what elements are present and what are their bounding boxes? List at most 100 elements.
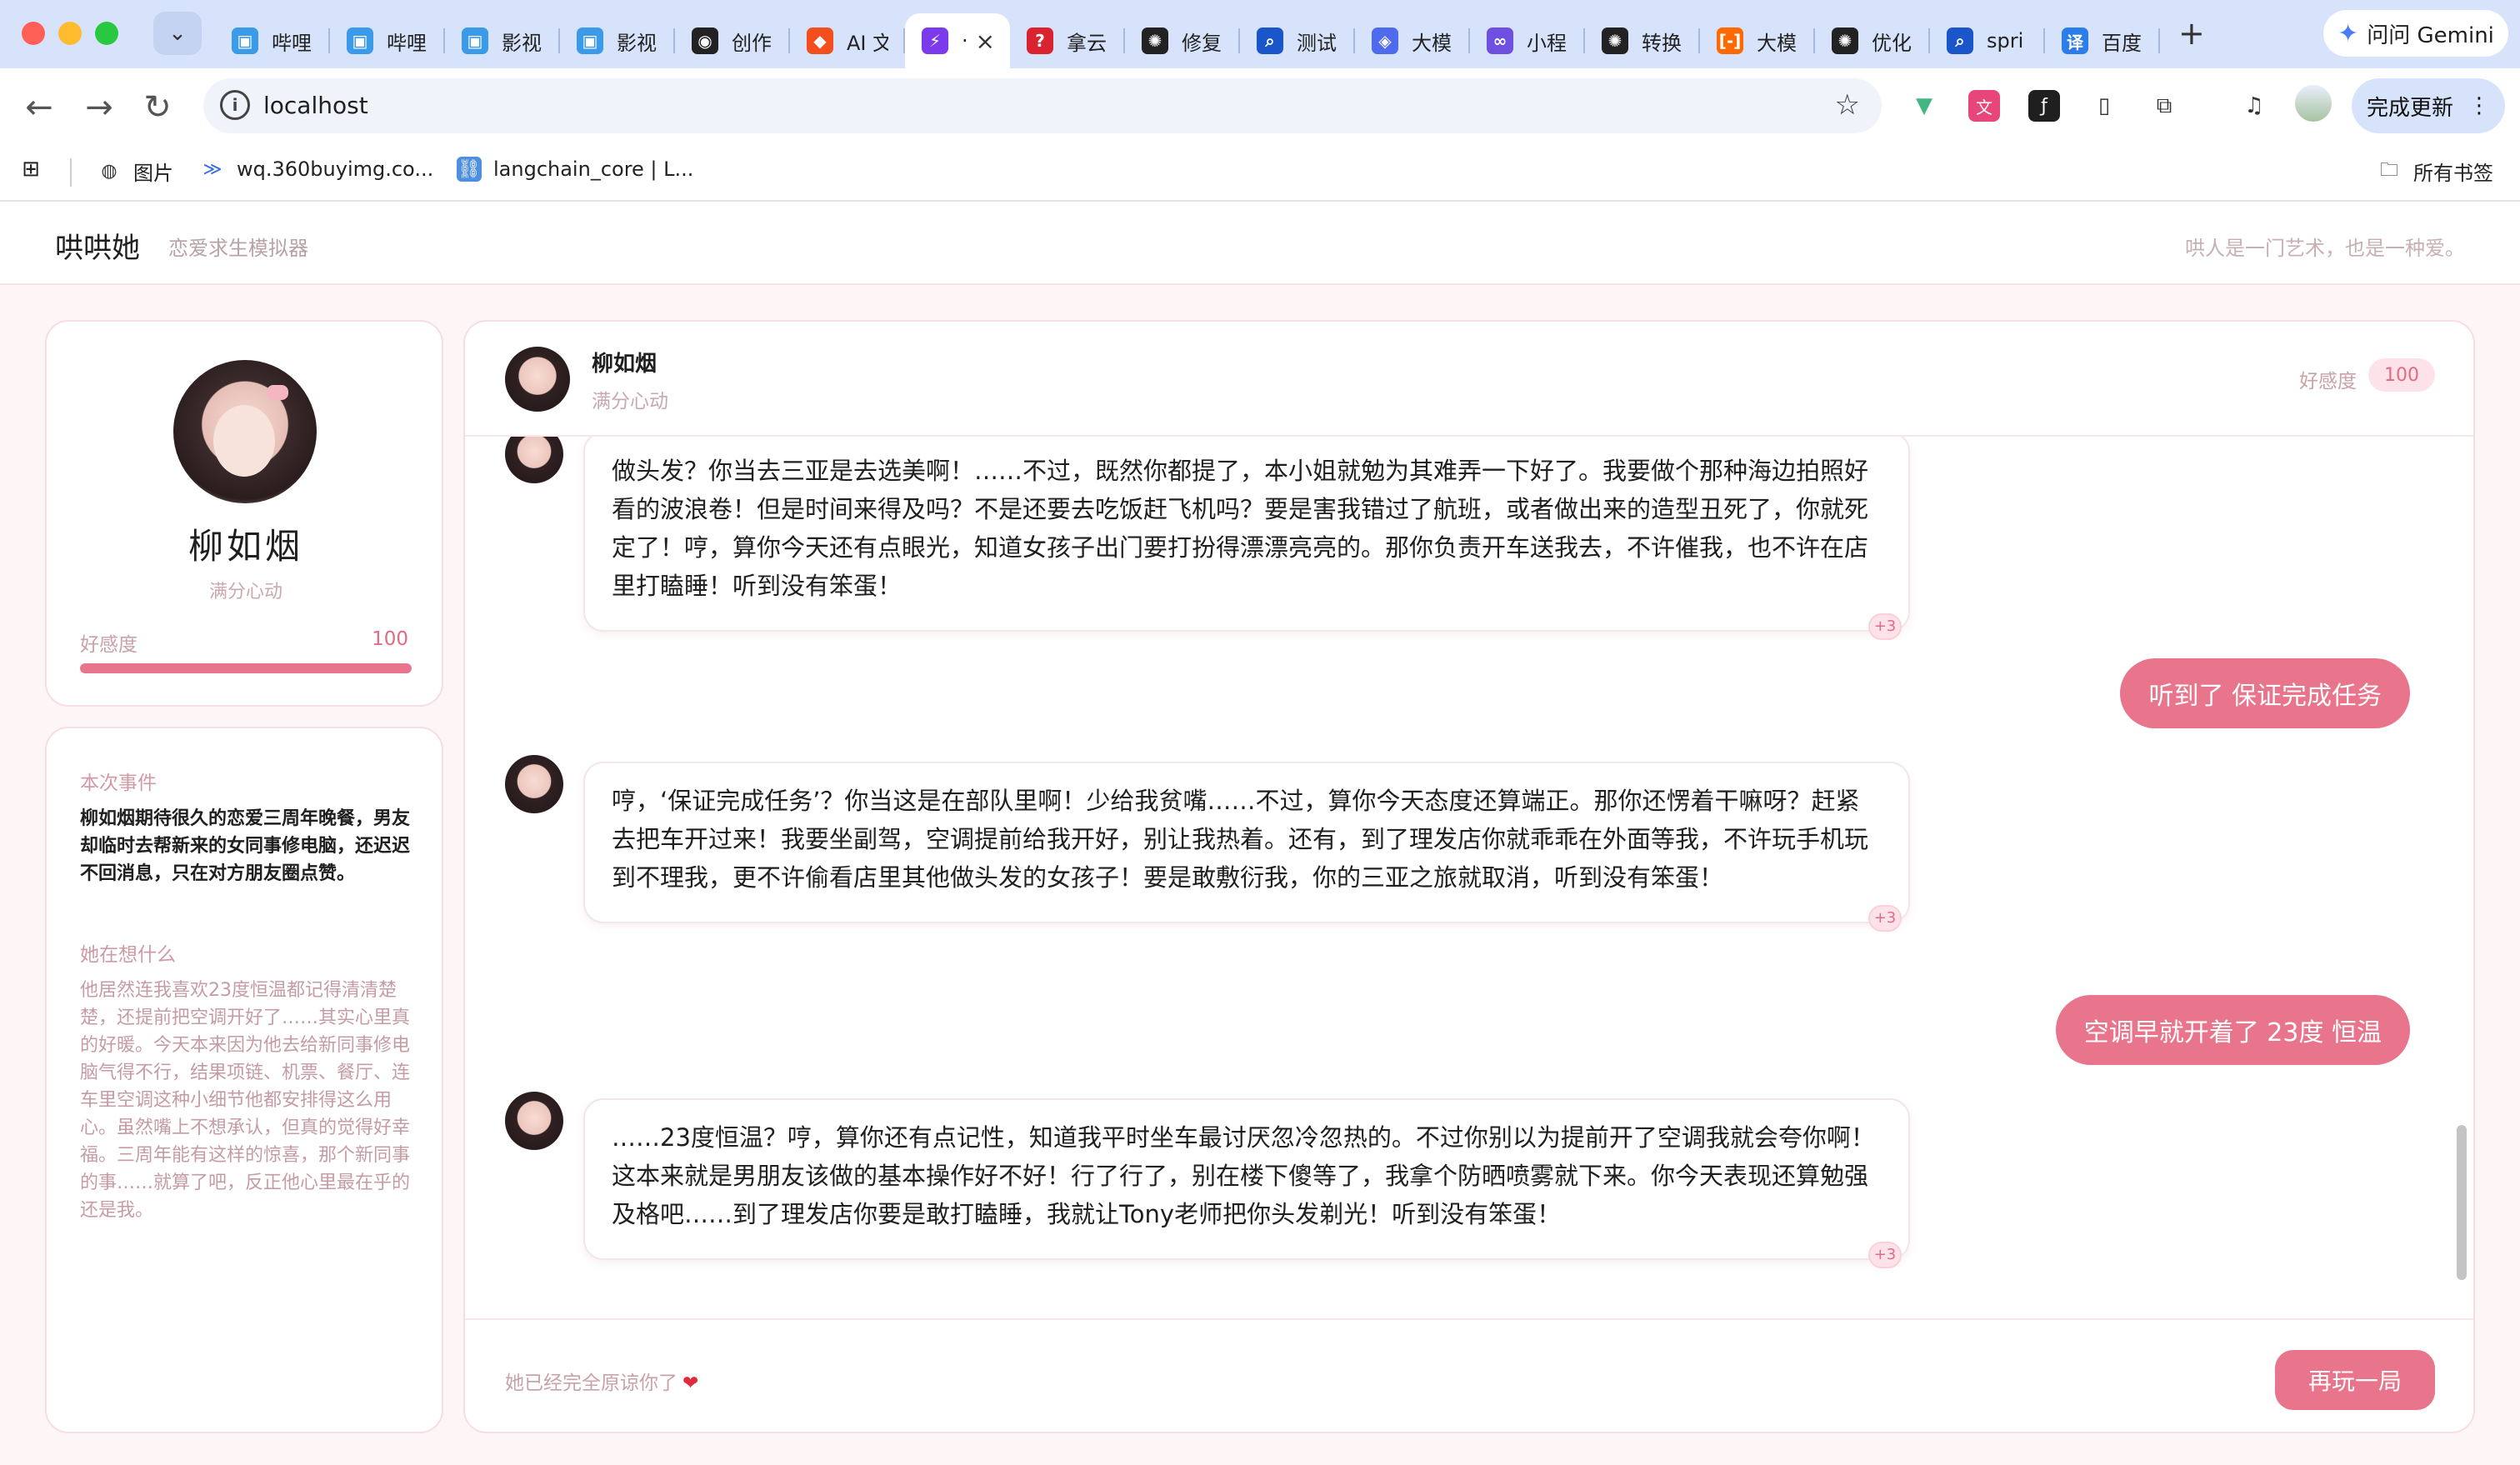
tab-title: 小程 bbox=[1527, 31, 1567, 55]
message-text: 哼，‘保证完成任务’？你当这是在部队里啊！少给我贫嘴……不过，算你今天态度还算端… bbox=[612, 787, 1869, 892]
bookmark-item[interactable]: ⛓ langchain_core | L... bbox=[457, 157, 693, 182]
openai-icon: ✺ bbox=[1142, 28, 1168, 54]
figma-icon: ◆ bbox=[807, 28, 833, 54]
affection-label: 好感度 bbox=[80, 634, 138, 656]
update-button[interactable]: 完成更新 ⋮ bbox=[2352, 78, 2505, 133]
link-icon: ∞ bbox=[1487, 28, 1513, 54]
tab-strip: ⌄ ▣ 哔哩 ▣ 哔哩 ▣ 影视 ▣ 影视 ◉ 创作 ◆ AI 文 ⚡ · ×? 拿云 ✺ 修复 ⌕ 测试 ◈ 大模 ∞ 小程… bbox=[0, 0, 2520, 68]
browser-tab[interactable]: ▣ 哔哩 bbox=[330, 13, 445, 68]
browser-tab[interactable]: [-] 大模 bbox=[1700, 13, 1815, 68]
chat-affection-badge: 100 bbox=[2368, 358, 2435, 392]
message-scrollbar[interactable] bbox=[2457, 1125, 2467, 1280]
forgiven-status-text: 她已经完全原谅你了 bbox=[505, 1372, 678, 1394]
ask-gemini-button[interactable]: ✦ 问问 Gemini bbox=[2323, 10, 2508, 57]
reload-icon: ↻ bbox=[143, 88, 172, 127]
browser-tab[interactable]: ◆ AI 文 bbox=[790, 13, 905, 68]
ai-message-bubble: ……23度恒温？哼，算你还有点记性，知道我平时坐车最讨厌忽冷忽热的。不过你别以为… bbox=[583, 1098, 1910, 1268]
tab-title: 大模 bbox=[1412, 31, 1452, 55]
browser-tab[interactable]: ∞ 小程 bbox=[1470, 13, 1585, 68]
chat-header-status: 满分心动 bbox=[592, 391, 668, 412]
bracket-icon: [-] bbox=[1717, 28, 1743, 54]
chat-footer: 她已经完全原谅你了 ❤ 再玩一局 bbox=[465, 1318, 2473, 1432]
tab-title: 优化 bbox=[1872, 31, 1912, 55]
browser-tab[interactable]: ▣ 影视 bbox=[560, 13, 675, 68]
browser-tab[interactable]: ⌕ 测试 bbox=[1240, 13, 1355, 68]
message-list[interactable]: 做头发？你当去三亚是去选美啊！……不过，既然你都提了，本小姐就勉为其难弄一下好了… bbox=[465, 437, 2473, 1318]
browser-toolbar: ← → ↻ i localhost ☆ ▼ 文 ƒ ▯ ⧉ ♫ 完成更新 ⋮ bbox=[0, 68, 2520, 143]
affection-delta-badge: +3 bbox=[1868, 905, 1902, 932]
bookmark-label: langchain_core | L... bbox=[493, 158, 694, 181]
browser-tab[interactable]: ⚡ · × bbox=[905, 13, 1010, 68]
message-text: 做头发？你当去三亚是去选美啊！……不过，既然你都提了，本小姐就勉为其难弄一下好了… bbox=[612, 457, 1869, 600]
bookmark-item[interactable]: ≫ wq.360buyimg.co... bbox=[200, 157, 433, 182]
chevron-icon: ≫ bbox=[202, 158, 222, 180]
scenario-info-card: 本次事件 柳如烟期待很久的恋爱三周年晚餐，男友却临时去帮新来的女同事修电脑，还迟… bbox=[45, 727, 443, 1433]
bilibili-icon: ▣ bbox=[462, 28, 488, 54]
address-bar[interactable]: i localhost ☆ bbox=[203, 78, 1882, 133]
forgiven-status: 她已经完全原谅你了 ❤ bbox=[505, 1367, 698, 1395]
heart-icon: ❤ bbox=[682, 1372, 699, 1394]
folder-icon: 🗀 bbox=[2379, 159, 2398, 181]
tab-title: 影视 bbox=[617, 31, 657, 55]
extensions-puzzle-icon[interactable]: ⧉ bbox=[2148, 90, 2180, 122]
update-label: 完成更新 bbox=[2366, 95, 2453, 121]
ask-gemini-label: 问问 Gemini bbox=[2367, 22, 2494, 48]
message-text: ……23度恒温？哼，算你还有点记性，知道我平时坐车最讨厌忽冷忽热的。不过你别以为… bbox=[612, 1123, 1875, 1228]
event-title: 本次事件 bbox=[80, 772, 157, 794]
browser-tab[interactable]: ✺ 优化 bbox=[1815, 13, 1930, 68]
search-icon: ⌕ bbox=[1257, 28, 1283, 54]
chat-affection-label: 好感度 bbox=[2299, 371, 2357, 392]
phone-extension-icon[interactable]: ▯ bbox=[2088, 90, 2120, 122]
media-control-icon[interactable]: ♫ bbox=[2238, 90, 2270, 122]
openai-icon: ✺ bbox=[1602, 28, 1628, 54]
all-bookmarks-button[interactable]: 🗀 所有书签 bbox=[2377, 157, 2493, 186]
openai-icon: ✺ bbox=[1832, 28, 1858, 54]
tab-title: AI 文 bbox=[847, 31, 888, 55]
zoom-window-button[interactable] bbox=[95, 22, 118, 45]
translate-extension-icon[interactable]: 文 bbox=[1968, 90, 2000, 122]
browser-tab[interactable]: ▣ 影视 bbox=[445, 13, 560, 68]
arrow-left-icon: ← bbox=[25, 88, 53, 127]
close-window-button[interactable] bbox=[22, 22, 45, 45]
browser-tab[interactable]: ✺ 转换 bbox=[1585, 13, 1700, 68]
bookmark-star-icon[interactable]: ☆ bbox=[1835, 88, 1860, 122]
browser-tab[interactable]: ▣ 哔哩 bbox=[215, 13, 330, 68]
tab-title: 创作 bbox=[732, 31, 772, 55]
back-button[interactable]: ← bbox=[18, 87, 60, 128]
minimize-window-button[interactable] bbox=[58, 22, 82, 45]
forward-button[interactable]: → bbox=[78, 87, 120, 128]
question-icon: ? bbox=[1027, 28, 1053, 54]
robot-icon: ◉ bbox=[692, 28, 718, 54]
profile-avatar[interactable] bbox=[2295, 85, 2332, 122]
event-description: 柳如烟期待很久的恋爱三周年晚餐，男友却临时去帮新来的女同事修电脑，还迟迟不回消息… bbox=[80, 808, 411, 884]
vue-devtools-icon[interactable]: ▼ bbox=[1908, 90, 1940, 122]
translate-icon: 译 bbox=[2062, 28, 2088, 54]
new-tab-button[interactable]: + bbox=[2178, 15, 2205, 52]
browser-tab[interactable]: ? 拿云 bbox=[1010, 13, 1125, 68]
browser-tab[interactable]: ◈ 大模 bbox=[1355, 13, 1470, 68]
character-profile-card: 柳如烟 满分心动 好感度 100 bbox=[45, 320, 443, 707]
formula-extension-icon[interactable]: ƒ bbox=[2028, 90, 2060, 122]
character-avatar bbox=[173, 360, 317, 503]
browser-tab[interactable]: 译百度 bbox=[2045, 13, 2160, 68]
site-info-icon[interactable]: i bbox=[220, 90, 250, 120]
tab-title: 修复 bbox=[1182, 31, 1222, 55]
cube-icon: ◈ bbox=[1372, 28, 1398, 54]
tab-title: spri bbox=[1987, 29, 2024, 52]
close-tab-icon[interactable]: × bbox=[976, 28, 995, 55]
apps-grid-button[interactable]: ⊞ bbox=[18, 157, 55, 182]
tab-title: 转换 bbox=[1642, 31, 1682, 55]
affection-progress-bar bbox=[80, 663, 412, 673]
tab-search-button[interactable]: ⌄ bbox=[153, 12, 202, 55]
reload-button[interactable]: ↻ bbox=[137, 87, 178, 128]
browser-tab[interactable]: ✺ 修复 bbox=[1125, 13, 1240, 68]
bookmark-item[interactable]: ◍ 图片 bbox=[97, 157, 173, 186]
browser-tab[interactable]: ⌕ spri bbox=[1930, 13, 2045, 68]
chat-header-avatar bbox=[505, 347, 570, 412]
chat-header: 柳如烟 满分心动 好感度 100 bbox=[465, 322, 2473, 437]
bookmark-label: wq.360buyimg.co... bbox=[237, 158, 434, 181]
tab-title: 测试 bbox=[1297, 31, 1337, 55]
play-again-button[interactable]: 再玩一局 bbox=[2275, 1350, 2435, 1410]
ai-message-bubble: 做头发？你当去三亚是去选美啊！……不过，既然你都提了，本小姐就勉为其难弄一下好了… bbox=[583, 437, 1910, 640]
browser-tab[interactable]: ◉ 创作 bbox=[675, 13, 790, 68]
